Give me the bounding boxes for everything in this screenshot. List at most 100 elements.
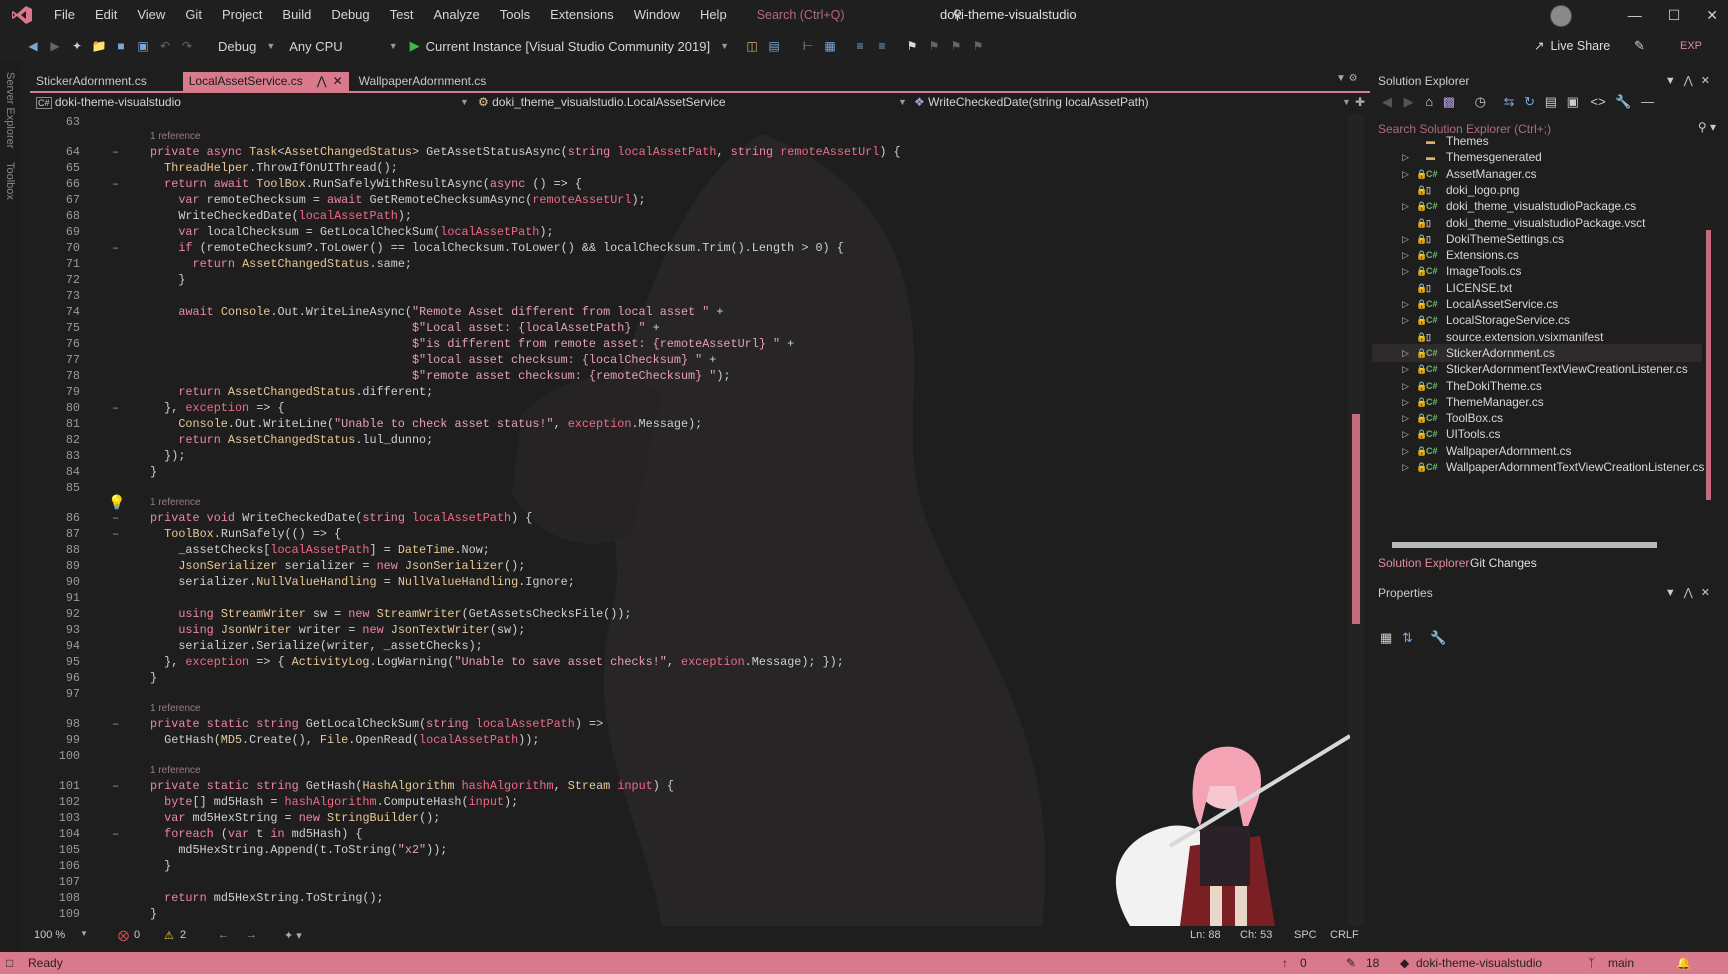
panel-controls[interactable]: ▼⋀✕	[1665, 74, 1718, 87]
split-icon[interactable]: ✚	[1355, 92, 1365, 112]
expand-icon[interactable]: ▷	[1402, 148, 1409, 166]
pin-icon[interactable]: —	[1641, 94, 1654, 109]
zoom-dropdown[interactable]: 100 %	[34, 929, 65, 941]
project-selector[interactable]: C# doki-theme-visualstudio	[36, 92, 181, 113]
repo-name[interactable]: doki-theme-visualstudio	[1416, 956, 1542, 970]
tree-item[interactable]: ▷ ▬ Themesgenerated	[1372, 148, 1702, 166]
expand-icon[interactable]: ▷	[1402, 262, 1409, 280]
warning-count[interactable]: 2	[180, 929, 186, 941]
server-explorer-tab[interactable]: Server Explorer	[4, 72, 16, 148]
refresh-icon[interactable]: ↻	[1524, 94, 1535, 109]
chevron-down-icon[interactable]: ▼	[80, 929, 88, 938]
expand-icon[interactable]: ▷	[1402, 393, 1409, 411]
editor-scrollbar[interactable]	[1348, 114, 1364, 926]
platform-dropdown[interactable]: Any CPU	[289, 39, 342, 54]
panel-controls[interactable]: ▼⋀✕	[1665, 586, 1718, 599]
notification-icon[interactable]: 🔔	[1676, 956, 1691, 970]
fold-toggle[interactable]: –	[112, 240, 119, 256]
run-target-button[interactable]: Current Instance [Visual Studio Communit…	[426, 39, 710, 54]
fold-toggle[interactable]: –	[112, 400, 119, 416]
tab-solution-explorer[interactable]: Solution Explorer	[1378, 556, 1469, 570]
tree-item[interactable]: ▷ 🔒 C# StickerAdornmentTextViewCreationList…	[1372, 360, 1702, 378]
code-lens-references[interactable]: 1 reference	[150, 131, 201, 143]
tree-item[interactable]: ▷ 🔒 C# TheDokiTheme.cs	[1372, 377, 1702, 395]
cleanup-icon[interactable]: ✦ ▾	[284, 929, 302, 942]
tree-item[interactable]: 🔒 ▯ doki_theme_visualstudioPackage.vsct	[1372, 214, 1702, 232]
outdent-icon[interactable]: ≡	[873, 39, 891, 53]
solution-vertical-scrollbar-thumb[interactable]	[1706, 230, 1711, 500]
scrollbar-thumb[interactable]	[1392, 542, 1657, 548]
chevron-down-icon[interactable]: ▼	[1342, 92, 1351, 112]
tab-sticker-adornment[interactable]: StickerAdornment.cs	[30, 72, 153, 91]
play-icon[interactable]: ▶	[410, 38, 420, 54]
properties-wrench-icon[interactable]: 🔧	[1615, 94, 1631, 109]
show-all-icon[interactable]: ▣	[1567, 94, 1579, 109]
expand-icon[interactable]: ▷	[1402, 458, 1409, 476]
close-icon[interactable]: ✕	[333, 74, 343, 88]
tree-item[interactable]: ▷ 🔒 ▯ DokiThemeSettings.cs	[1372, 230, 1702, 248]
tree-item[interactable]: ▷ 🔒 C# ImageTools.cs	[1372, 262, 1702, 280]
tree-item[interactable]: ▷ 🔒 C# WallpaperAdornmentTextViewCreationLi…	[1372, 458, 1704, 476]
tab-wallpaper-adornment[interactable]: WallpaperAdornment.cs	[353, 72, 493, 91]
menu-git[interactable]: Git	[175, 0, 212, 30]
expand-icon[interactable]: ▷	[1402, 377, 1409, 395]
tree-item[interactable]: ▷ 🔒 C# AssetManager.cs	[1372, 165, 1702, 183]
chevron-down-icon[interactable]: ▼	[720, 41, 729, 51]
menu-file[interactable]: File	[44, 0, 85, 30]
menu-project[interactable]: Project	[212, 0, 272, 30]
menu-analyze[interactable]: Analyze	[423, 0, 489, 30]
menu-tools[interactable]: Tools	[490, 0, 540, 30]
tree-item[interactable]: ▷ 🔒 C# WallpaperAdornment.cs	[1372, 442, 1702, 460]
new-project-icon[interactable]: ✦	[68, 39, 86, 53]
tree-item[interactable]: 🔒 ▯ source.extension.vsixmanifest	[1372, 328, 1702, 346]
redo-icon[interactable]: ↷	[178, 39, 196, 53]
nav-forward-icon[interactable]: →	[246, 929, 257, 941]
feedback-icon[interactable]: ✎	[1634, 38, 1645, 54]
minimize-icon[interactable]: —	[1628, 7, 1642, 23]
expand-icon[interactable]: ▷	[1402, 230, 1409, 248]
sort-az-icon[interactable]: ⇅	[1402, 630, 1413, 646]
arrow-up-icon[interactable]: ↑	[1282, 956, 1288, 970]
chevron-down-icon[interactable]: ▼	[389, 41, 398, 51]
branch-name[interactable]: main	[1608, 956, 1634, 970]
fold-toggle[interactable]: –	[112, 778, 119, 794]
nav-back-icon[interactable]: ←	[218, 929, 229, 941]
code-lens-references[interactable]: 1 reference	[150, 497, 201, 509]
code-view-icon[interactable]: <>	[1591, 94, 1606, 109]
maximize-icon[interactable]: ☐	[1668, 7, 1681, 24]
expand-icon[interactable]: ▷	[1402, 165, 1409, 183]
chevron-down-icon[interactable]: ▼	[898, 92, 907, 112]
history-icon[interactable]: ◷	[1475, 94, 1486, 109]
menu-debug[interactable]: Debug	[321, 0, 379, 30]
fold-toggle[interactable]: –	[112, 716, 119, 732]
forward-icon[interactable]: ▶	[46, 39, 64, 53]
class-selector[interactable]: ⚙ doki_theme_visualstudio.LocalAssetServ…	[478, 92, 726, 112]
back-icon[interactable]: ◀	[24, 39, 42, 53]
tree-item[interactable]: ▷ 🔒 C# LocalStorageService.cs	[1372, 311, 1702, 329]
close-icon[interactable]: ✕	[1706, 7, 1718, 24]
expand-icon[interactable]: ▷	[1402, 360, 1409, 378]
live-share-button[interactable]: ↗ Live Share	[1534, 30, 1610, 62]
tab-git-changes[interactable]: Git Changes	[1470, 556, 1537, 570]
fold-toggle[interactable]: –	[112, 144, 119, 160]
tabs-overflow-icon[interactable]: ▼ ⚙	[1336, 73, 1358, 84]
expand-icon[interactable]: ▷	[1402, 442, 1409, 460]
bookmark-icon[interactable]: ⚑	[903, 39, 921, 53]
code-lens-references[interactable]: 1 reference	[150, 703, 201, 715]
undo-icon[interactable]: ↶	[156, 39, 174, 53]
chevron-down-icon[interactable]: ▼	[266, 41, 275, 51]
wrench-icon[interactable]: 🔧	[1430, 630, 1446, 646]
tab-local-asset-service[interactable]: LocalAssetService.cs ⋀ ✕	[182, 72, 349, 91]
menu-view[interactable]: View	[127, 0, 175, 30]
expand-icon[interactable]: ▷	[1402, 311, 1409, 329]
fold-toggle[interactable]: –	[112, 526, 119, 542]
expand-icon[interactable]: ▷	[1402, 344, 1409, 362]
step-icon[interactable]: ⊢	[799, 39, 817, 53]
save-icon[interactable]: ■	[112, 39, 130, 53]
next-bookmark-icon[interactable]: ⚑	[947, 39, 965, 53]
member-selector[interactable]: ❖ WriteCheckedDate(string localAssetPath…	[914, 92, 1149, 112]
menu-build[interactable]: Build	[272, 0, 321, 30]
unpushed-count[interactable]: 0	[1300, 956, 1307, 970]
open-file-icon[interactable]: 📁	[90, 39, 108, 53]
tree-item[interactable]: 🔒 ▯ doki_logo.png	[1372, 181, 1702, 199]
